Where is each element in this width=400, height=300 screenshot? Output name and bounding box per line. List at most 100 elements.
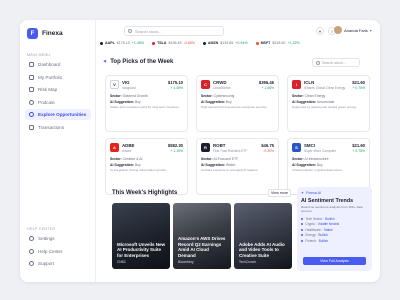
sidebar-item-label: Settings xyxy=(38,236,55,241)
stock-card-adbe[interactable]: A ADBE Adobe $582.30 + 1.15% Sector: Creat… xyxy=(105,138,188,195)
sidebar-item-label: Risk Map xyxy=(38,87,58,92)
card-price: $46.75 xyxy=(261,143,274,148)
ai-sentiment-list: Tech Sector: Bullish Crypto: Volatile Neut… xyxy=(301,217,368,243)
apple-icon xyxy=(100,41,103,45)
list-item: Healthcare: Stable xyxy=(301,228,368,232)
help-icon xyxy=(29,248,34,254)
sidebar-item-label: Podcast xyxy=(38,99,55,105)
ticker-item[interactable]: AAPL $175.10 +1.45% xyxy=(100,41,144,45)
topbar-icons: ● ○ xyxy=(316,27,336,35)
highlight-headline: Amazon's AWS Drives Record Q2 Earnings A… xyxy=(178,236,226,258)
card-symbol: ROBT xyxy=(213,143,226,148)
ticker-item[interactable]: AMZN $135.85 +0.94% xyxy=(202,41,248,45)
search-icon xyxy=(128,29,132,33)
sidebar-item-explore-opportunities[interactable]: Explore Opportunities xyxy=(25,109,91,120)
stock-card-robt[interactable]: R ROBT First Trust Robotics ETF $46.75- 0… xyxy=(196,138,279,195)
view-full-analysis-button[interactable]: View Full Analysis xyxy=(303,257,366,265)
card-description: Stable and consistent yield for long-ter… xyxy=(110,105,180,109)
search-icon xyxy=(316,60,320,65)
sidebar-item-label: Transactions xyxy=(38,124,65,130)
ticker-price: $175.10 xyxy=(116,41,130,45)
stock-card-icln[interactable]: i ICLN iShares Global Clean Energy $21.60… xyxy=(287,75,370,132)
card-price: $175.10 xyxy=(167,80,183,85)
card-company: Super Micro Computer xyxy=(304,148,337,153)
card-symbol: CRWD xyxy=(213,80,227,85)
sidebar-item-dashboard[interactable]: Dashboard xyxy=(25,59,91,70)
stock-card-crwd[interactable]: C CRWD CrowdStrike $396.45 + 1.46% Sector:… xyxy=(196,75,279,132)
sidebar-item-transactions[interactable]: Transactions xyxy=(25,122,91,133)
ticker-price: $196.45 xyxy=(168,41,182,45)
sidebar-item-label: Support xyxy=(38,261,55,266)
ai-tag: ✦ Finexa AI xyxy=(301,191,321,195)
brand[interactable]: F Finexa xyxy=(27,28,63,39)
card-company: Adobe xyxy=(122,148,132,153)
highlight-source: Bloomberg xyxy=(178,260,194,264)
gear-icon xyxy=(29,236,34,241)
card-description: Curated exposure to emerging AI leaders. xyxy=(201,168,259,172)
card-sector: Sector: AI-Focused ETF xyxy=(201,157,239,161)
top-picks-search[interactable] xyxy=(312,58,360,67)
bullet-icon xyxy=(301,228,304,231)
ticker-price: $318.50 xyxy=(272,41,286,45)
list-item: Fintech: Bullish xyxy=(301,239,368,243)
sidebar-item-risk-map[interactable]: Risk Map xyxy=(25,84,91,95)
chevron-down-icon: ▾ xyxy=(369,27,372,33)
sidebar-item-help-center[interactable]: Help Center xyxy=(25,246,91,257)
card-description: High demand for AI-powered enterprise se… xyxy=(201,105,268,109)
avatar xyxy=(334,26,342,34)
card-sector: Sector: AI Infrastructure xyxy=(292,157,329,161)
view-more-button[interactable]: View more xyxy=(268,189,291,197)
ticker-item[interactable]: TSLA $196.45 -0.65% xyxy=(152,41,195,45)
sidebar-item-podcast[interactable]: Podcast xyxy=(25,97,91,108)
search-bar[interactable] xyxy=(124,26,224,36)
highlight-card[interactable]: Microsoft Unveils New AI Productivity Su… xyxy=(112,203,170,269)
ai-subtitle: Real-time sentiment analysis from 10K+ d… xyxy=(301,205,363,213)
amazon-icon xyxy=(202,41,206,45)
brand-name: Finexa xyxy=(42,30,63,37)
card-description: Supported by global push toward green en… xyxy=(292,105,357,109)
card-suggestion: AI Suggestion: Buy xyxy=(110,100,141,104)
sidebar-item-support[interactable]: Support xyxy=(25,258,91,269)
card-price: $396.45 xyxy=(258,80,274,85)
microsoft-icon xyxy=(255,41,259,45)
card-sector: Sector: Creative & AI xyxy=(110,157,143,161)
highlight-card[interactable]: Adobe Adds AI Audio and Video Tools to C… xyxy=(234,203,292,269)
help-nav: Settings Help Center Support xyxy=(25,233,91,271)
sidebar: F Finexa MAIN MENU Dashboard My Portfoli… xyxy=(20,20,96,282)
ticker-change: -0.65% xyxy=(183,41,195,45)
ticker-symbol: MSFT xyxy=(260,41,271,45)
search-input[interactable] xyxy=(135,28,215,34)
ticker-item[interactable]: MSFT $318.50 +1.32% xyxy=(255,41,300,45)
top-picks-search-input[interactable] xyxy=(322,60,360,65)
highlight-card[interactable]: Amazon's AWS Drives Record Q2 Earnings A… xyxy=(173,203,231,269)
stock-ticker: AAPL $175.10 +1.45% TSLA $196.45 -0.65% AMZN… xyxy=(100,41,300,45)
help-center-label: HELP CENTER xyxy=(27,227,56,231)
highlight-headline: Adobe Adds AI Audio and Video Tools to C… xyxy=(239,241,285,258)
stock-card-vig[interactable]: V VIG Vanguard $175.10 + 1.45% Sector: Div… xyxy=(105,75,188,132)
ticker-change: +0.94% xyxy=(235,41,248,45)
user-menu[interactable]: Ananda Faris ▾ xyxy=(334,26,372,34)
card-price: $582.30 xyxy=(167,143,183,148)
card-symbol: VIG xyxy=(122,80,130,85)
list-item: Energy: Bullish xyxy=(301,233,368,237)
sidebar-item-my-portfolio[interactable]: My Portfolio xyxy=(25,72,91,83)
sidebar-item-settings[interactable]: Settings xyxy=(25,233,91,244)
ai-sentiment-panel: ✦ Finexa AI AI Sentiment Trends Real-time… xyxy=(297,187,372,271)
card-change: - 0.20% xyxy=(262,148,274,153)
ticker-price: $135.85 xyxy=(220,41,234,45)
card-company: CrowdStrike xyxy=(213,85,231,90)
user-name: Ananda Faris xyxy=(344,27,368,33)
sidebar-item-label: Explore Opportunities xyxy=(38,112,87,117)
sparkle-icon: ✦ xyxy=(103,59,108,65)
card-description: Critical supplier in global data center. xyxy=(292,168,343,172)
highlight-source: TechCrunch xyxy=(239,260,257,264)
top-picks-title: ✦ Top Picks of the Week xyxy=(103,59,173,65)
card-change: + 1.45% xyxy=(170,85,183,90)
bell-icon[interactable]: ● xyxy=(316,27,324,35)
first-trust-logo-icon: R xyxy=(201,143,210,152)
list-item: Crypto: Volatile Neutral xyxy=(301,222,368,226)
receipt-icon xyxy=(29,124,34,130)
bullet-icon xyxy=(301,217,304,220)
card-change: + 1.46% xyxy=(261,85,274,90)
card-symbol: ICLN xyxy=(304,80,315,85)
